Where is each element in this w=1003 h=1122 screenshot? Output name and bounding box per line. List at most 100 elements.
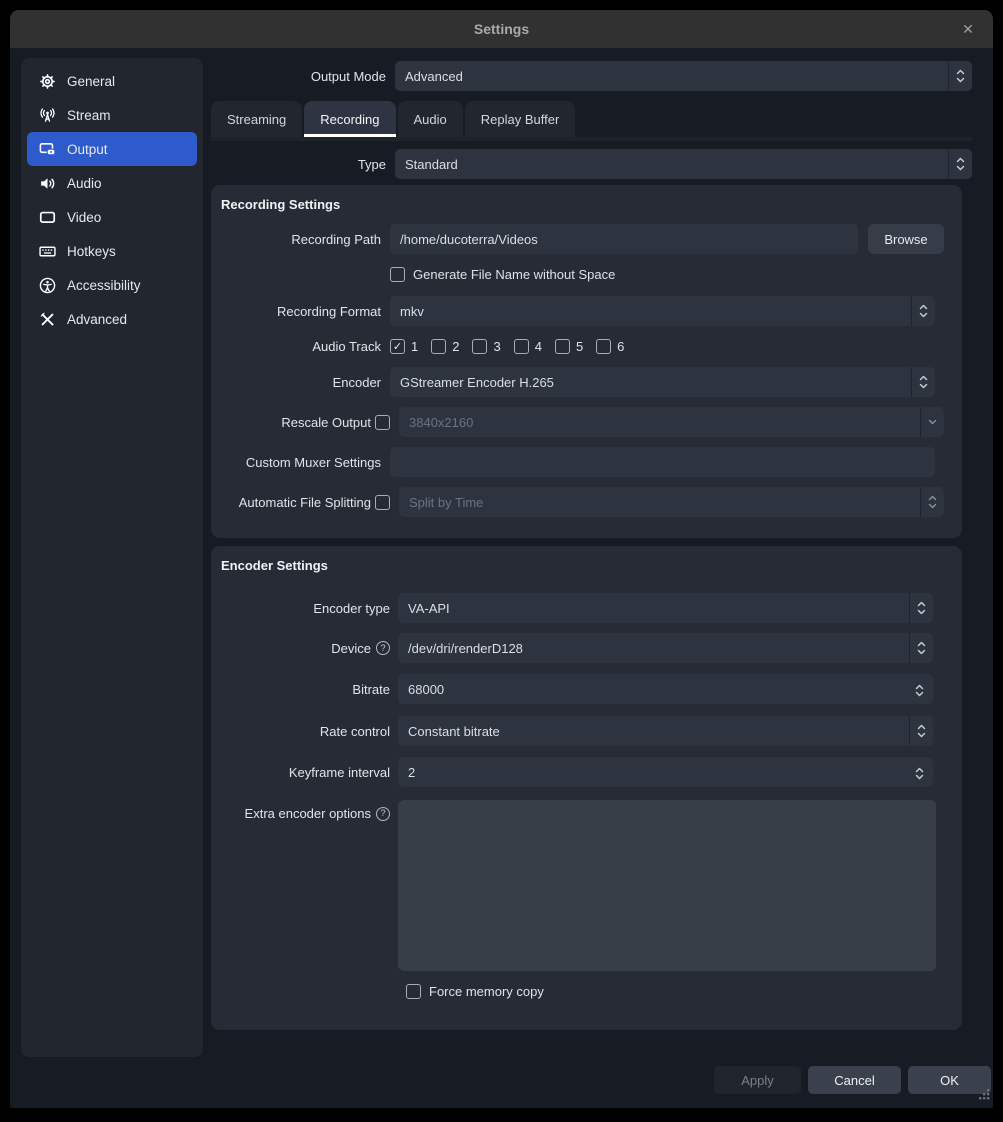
audio-track-3: 3 [472, 339, 500, 354]
titlebar: Settings ✕ [10, 10, 993, 48]
recording-path-row: Recording Path Browse [211, 224, 962, 254]
sidebar-item-stream[interactable]: Stream [27, 98, 197, 132]
help-icon[interactable]: ? [376, 807, 390, 821]
generate-no-space-label: Generate File Name without Space [413, 267, 615, 282]
resize-grip-handle[interactable] [978, 1088, 991, 1106]
rate-control-select[interactable]: Constant bitrate [398, 716, 933, 746]
split-mode-value: Split by Time [409, 495, 483, 510]
sidebar-item-label: Advanced [67, 312, 127, 327]
keyframe-interval-spinner[interactable]: 2 [398, 757, 933, 787]
encoder-value: GStreamer Encoder H.265 [400, 375, 554, 390]
encoder-label: Encoder [211, 375, 390, 390]
keyboard-icon [38, 242, 56, 260]
close-button[interactable]: ✕ [957, 10, 979, 48]
chevron-down-icon [956, 77, 965, 83]
bitrate-spinner[interactable]: 68000 [398, 674, 933, 704]
chevron-down-icon [928, 419, 937, 425]
device-label: Device ? [211, 641, 398, 656]
sidebar-item-label: Audio [67, 176, 102, 191]
extra-encoder-options-label: Extra encoder options ? [211, 806, 398, 821]
audio-track-2: 2 [431, 339, 459, 354]
audio-track-6-checkbox[interactable] [596, 339, 611, 354]
label-text: Keyframe interval [289, 765, 390, 780]
sidebar-item-accessibility[interactable]: Accessibility [27, 268, 197, 302]
sidebar-item-label: Output [67, 142, 108, 157]
chevron-up-icon [917, 641, 926, 647]
browse-button[interactable]: Browse [868, 224, 944, 254]
device-row: Device ? /dev/dri/renderD128 [211, 633, 962, 663]
recording-format-select[interactable]: mkv [390, 296, 935, 326]
tab-audio[interactable]: Audio [398, 101, 463, 137]
audio-track-checkboxes: ✓1 2 3 4 5 6 [390, 339, 624, 354]
audio-track-4: 4 [514, 339, 542, 354]
chevron-down-icon[interactable] [915, 768, 924, 783]
combo-spinner [909, 716, 933, 746]
type-select[interactable]: Standard [395, 149, 972, 179]
sidebar-item-video[interactable]: Video [27, 200, 197, 234]
recording-settings-card: Recording Settings Recording Path Browse… [211, 185, 962, 538]
combo-spinner [920, 487, 944, 517]
sidebar-item-audio[interactable]: Audio [27, 166, 197, 200]
keyframe-interval-label: Keyframe interval [211, 765, 398, 780]
sidebar-item-output[interactable]: Output [27, 132, 197, 166]
sidebar-item-label: Video [67, 210, 101, 225]
extra-encoder-options-textarea[interactable] [398, 800, 936, 971]
chevron-down-icon [919, 312, 928, 318]
chevron-down-icon [917, 609, 926, 615]
recording-path-input[interactable] [390, 224, 858, 254]
tab-recording[interactable]: Recording [304, 101, 395, 137]
encoder-type-select[interactable]: VA-API [398, 593, 933, 623]
rate-control-label: Rate control [211, 724, 398, 739]
encoder-select[interactable]: GStreamer Encoder H.265 [390, 367, 935, 397]
card-title: Recording Settings [221, 197, 340, 212]
chevron-down-icon [919, 383, 928, 389]
audio-track-4-checkbox[interactable] [514, 339, 529, 354]
settings-window: Settings ✕ General Stream Output Au [10, 10, 993, 1108]
recording-format-row: Recording Format mkv [211, 296, 962, 326]
cancel-button[interactable]: Cancel [808, 1066, 901, 1094]
gear-icon [38, 72, 56, 90]
track-num: 2 [452, 339, 459, 354]
audio-track-5-checkbox[interactable] [555, 339, 570, 354]
track-num: 4 [535, 339, 542, 354]
tab-label: Audio [414, 112, 447, 127]
custom-muxer-label: Custom Muxer Settings [211, 455, 390, 470]
label-text: Device [331, 641, 371, 656]
tab-streaming[interactable]: Streaming [211, 101, 302, 137]
output-mode-row: Output Mode Advanced [211, 61, 972, 91]
sidebar-item-hotkeys[interactable]: Hotkeys [27, 234, 197, 268]
sidebar-item-advanced[interactable]: Advanced [27, 302, 197, 336]
tab-replay-buffer[interactable]: Replay Buffer [465, 101, 576, 137]
chevron-down-icon[interactable] [915, 685, 924, 700]
device-select[interactable]: /dev/dri/renderD128 [398, 633, 933, 663]
help-icon[interactable]: ? [376, 641, 390, 655]
output-mode-select[interactable]: Advanced [395, 61, 972, 91]
chevron-down-icon [956, 165, 965, 171]
force-memory-copy-row: Force memory copy [211, 984, 962, 999]
rate-control-row: Rate control Constant bitrate [211, 716, 962, 746]
audio-track-1: ✓1 [390, 339, 418, 354]
keyframe-interval-row: Keyframe interval 2 [211, 757, 962, 787]
tab-label: Recording [320, 112, 379, 127]
type-label: Type [211, 157, 386, 172]
rescale-resolution-select: 3840x2160 [399, 407, 944, 437]
sidebar-item-general[interactable]: General [27, 64, 197, 98]
auto-file-splitting-checkbox[interactable] [375, 495, 390, 510]
audio-track-1-checkbox[interactable]: ✓ [390, 339, 405, 354]
keyframe-interval-value: 2 [408, 765, 415, 780]
custom-muxer-input[interactable] [390, 447, 935, 477]
label-text: Rate control [320, 724, 390, 739]
rescale-resolution-value: 3840x2160 [409, 415, 473, 430]
chevron-up-icon [919, 375, 928, 381]
track-num: 3 [493, 339, 500, 354]
force-memory-copy-checkbox[interactable] [406, 984, 421, 999]
generate-no-space-checkbox[interactable] [390, 267, 405, 282]
rescale-output-checkbox[interactable] [375, 415, 390, 430]
dialog-footer: Apply Cancel OK [714, 1066, 991, 1094]
chevron-down-icon [928, 503, 937, 509]
chevron-down-icon [917, 649, 926, 655]
audio-track-3-checkbox[interactable] [472, 339, 487, 354]
custom-muxer-row: Custom Muxer Settings [211, 447, 962, 477]
audio-track-2-checkbox[interactable] [431, 339, 446, 354]
label-text: Bitrate [352, 682, 390, 697]
